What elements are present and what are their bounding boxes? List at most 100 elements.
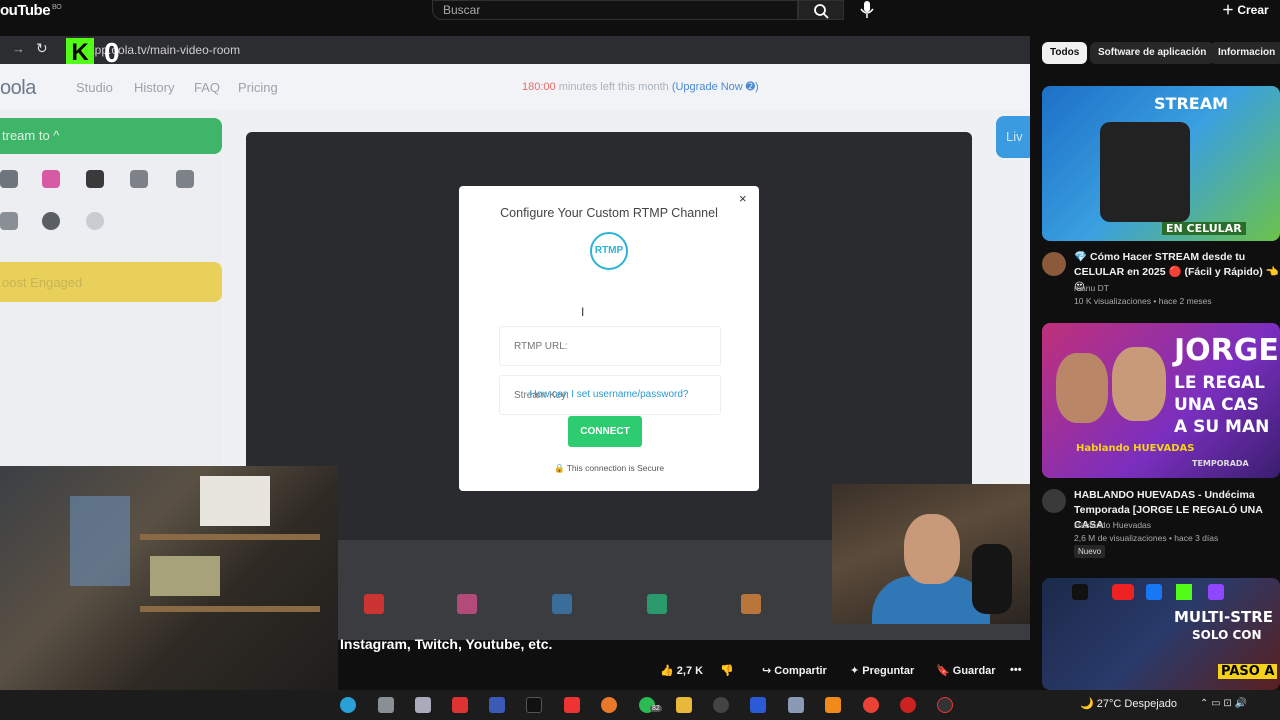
word-icon[interactable] xyxy=(750,697,766,713)
kick-icon xyxy=(1176,584,1192,600)
tiktok-icon[interactable] xyxy=(526,697,542,713)
tiktok-icon xyxy=(1072,584,1088,600)
recording-app-icon[interactable] xyxy=(937,697,953,713)
video-thumbnail[interactable]: JORGE LE REGAL UNA CAS A SU MAN TEMPORAD… xyxy=(1042,323,1280,478)
acrobat-icon[interactable] xyxy=(452,697,468,713)
youtube-icon xyxy=(1112,584,1134,600)
vlc-icon[interactable] xyxy=(825,697,841,713)
person-face xyxy=(1056,353,1108,423)
modal-title: Configure Your Custom RTMP Channel xyxy=(500,206,718,220)
more-actions-icon[interactable]: ••• xyxy=(1010,664,1022,684)
shelf xyxy=(140,534,320,540)
share-icon: ↪ xyxy=(762,665,775,677)
search-button[interactable] xyxy=(798,0,844,20)
box xyxy=(150,556,220,596)
thumbs-up-icon: 👍 xyxy=(660,665,677,677)
sparkle-icon: ✦ xyxy=(850,665,863,677)
chip-software[interactable]: Software de aplicación xyxy=(1090,42,1215,64)
voice-search-button[interactable] xyxy=(854,0,880,20)
video-thumbnail[interactable]: STREAM EN CELULAR xyxy=(1042,86,1280,241)
bookmark-icon: 🔖 xyxy=(936,665,953,677)
app-logo: oola xyxy=(0,77,36,99)
thumb-text: LE REGAL xyxy=(1174,373,1266,393)
layout-icon xyxy=(552,594,572,614)
minutes-remaining: 180:00 minutes left this month (Upgrade … xyxy=(522,81,759,93)
like-button[interactable]: 👍 2,7 K xyxy=(660,664,703,684)
save-button[interactable]: 🔖 Guardar xyxy=(936,664,996,684)
search-input[interactable]: Buscar xyxy=(432,0,798,20)
app-icon[interactable] xyxy=(378,697,394,713)
twitch-icon xyxy=(1208,584,1224,600)
facebook-icon xyxy=(1146,584,1162,600)
connect-button[interactable]: CONNECT xyxy=(568,416,642,447)
channel-avatar[interactable] xyxy=(1042,489,1066,513)
twitch-icon xyxy=(130,170,148,188)
tiktok-icon xyxy=(86,170,104,188)
phone xyxy=(1100,122,1190,222)
thumb-text: Hablando HUEVADAS xyxy=(1076,443,1195,454)
star-icon xyxy=(647,594,667,614)
chip-info[interactable]: Informacion xyxy=(1210,42,1280,64)
dislike-button[interactable]: 👎 xyxy=(720,664,734,684)
box xyxy=(200,476,270,526)
rtmp-config-modal: × Configure Your Custom RTMP Channel RTM… xyxy=(459,186,759,491)
close-icon[interactable]: × xyxy=(739,191,747,206)
thumb-text: STREAM xyxy=(1154,94,1228,113)
stream-to-header: tream to ^ xyxy=(0,118,222,154)
youtube-logo[interactable]: ouTube BO xyxy=(0,2,62,19)
platform-icon xyxy=(0,212,18,230)
chip-all[interactable]: Todos xyxy=(1042,42,1088,64)
video-meta: 10 K visualizaciones • hace 2 meses xyxy=(1074,296,1212,306)
thumb-text: MULTI-STRE xyxy=(1174,608,1274,626)
folder-icon[interactable] xyxy=(676,697,692,713)
thumb-text: JORGE xyxy=(1174,333,1279,368)
ask-button[interactable]: ✦ Preguntar xyxy=(850,664,914,684)
microphone xyxy=(972,544,1012,614)
firefox-icon[interactable] xyxy=(601,697,617,713)
help-link[interactable]: How can I set username/password? xyxy=(459,389,759,400)
pdf-icon[interactable] xyxy=(564,697,580,713)
nav-history: History xyxy=(134,80,175,95)
r-app-icon[interactable] xyxy=(489,697,505,713)
more-icon xyxy=(86,212,104,230)
rtmp-icon: RTMP xyxy=(590,232,628,270)
microphone-icon xyxy=(860,1,874,18)
calculator-icon[interactable] xyxy=(788,697,804,713)
thumb-text: SOLO CON xyxy=(1192,628,1262,642)
go-live-button: Liv xyxy=(996,116,1030,158)
rtmp-url-field[interactable] xyxy=(499,326,721,366)
youtube-icon xyxy=(0,170,18,188)
twitter-icon xyxy=(176,170,194,188)
lock-icon: 🔒 xyxy=(553,463,567,473)
nav-pricing: Pricing xyxy=(238,80,278,95)
moon-icon: 🌙 xyxy=(1080,698,1097,710)
video-thumbnail[interactable]: MULTI-STRE SOLO CON PASO A xyxy=(1042,578,1280,690)
create-button[interactable]: ＋ Crear xyxy=(1222,1,1269,18)
reload-icon: ↻ xyxy=(36,40,48,56)
channel-name[interactable]: manu DT xyxy=(1074,283,1109,293)
channel-avatar[interactable] xyxy=(1042,252,1066,276)
person-face xyxy=(904,514,960,584)
telegram-icon[interactable] xyxy=(340,697,356,713)
opera-icon[interactable] xyxy=(900,697,916,713)
thumb-text: TEMPORADA xyxy=(1192,459,1249,468)
obs-icon[interactable] xyxy=(713,697,729,713)
instagram-icon xyxy=(42,170,60,188)
system-tray[interactable]: ⌃ ▭ ⊡ 🔊 xyxy=(1200,698,1247,709)
share-button[interactable]: ↪ Compartir xyxy=(762,664,827,684)
rtmp-url-input[interactable] xyxy=(500,327,720,365)
image-icon xyxy=(741,594,761,614)
app-icon[interactable] xyxy=(415,697,431,713)
video-meta: 2,6 M de visualizaciones • hace 3 días xyxy=(1074,533,1219,543)
thumb-text: UNA CAS xyxy=(1174,395,1259,415)
weather-widget[interactable]: 🌙 27°C Despejado xyxy=(1080,697,1177,710)
person-face xyxy=(1112,347,1166,421)
shelf xyxy=(140,606,320,612)
webcam-left xyxy=(0,466,338,720)
channel-name[interactable]: Hablando Huevadas xyxy=(1074,520,1151,530)
webcam-right xyxy=(832,484,1030,624)
search-icon xyxy=(814,4,829,19)
video-caption: Instagram, Twitch, Youtube, etc. xyxy=(340,636,553,652)
music-icon xyxy=(364,594,384,614)
chrome-icon[interactable] xyxy=(863,697,879,713)
